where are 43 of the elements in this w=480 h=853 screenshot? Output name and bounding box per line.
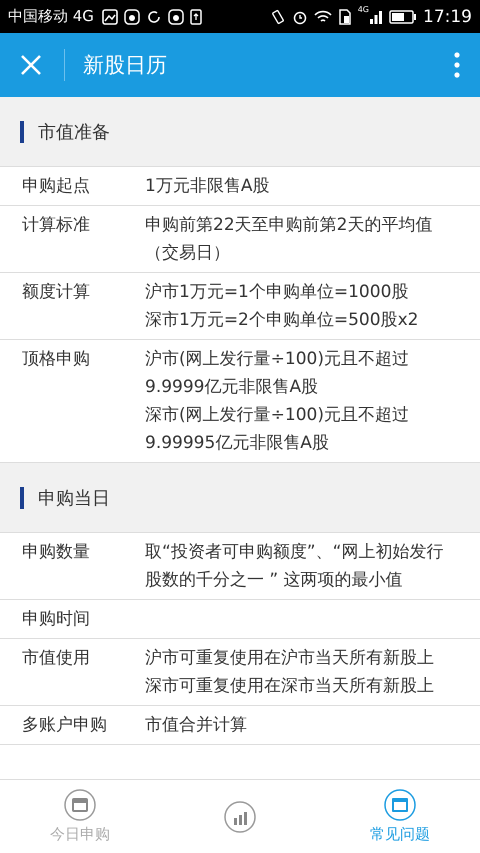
row-label: 额度计算 [22, 281, 91, 304]
row-value: 深市1万元=2个申购单位=500股x2 [145, 309, 420, 332]
row-value: 沪市(网上发行量÷100)元且不超过9.9999亿元非限售A股 [145, 348, 410, 399]
row-value: 沪市1万元=1个申购单位=1000股 [145, 281, 410, 304]
app-icon [124, 8, 140, 24]
calendar-icon [64, 789, 96, 821]
carrier-text: 中国移动 4G [8, 7, 94, 26]
chart-icon [224, 800, 256, 832]
app-icon [168, 8, 184, 24]
row-label: 市值使用 [22, 647, 91, 670]
row-value: 沪市可重复使用在沪市当天所有新股上 [145, 647, 435, 670]
row-label: 计算标准 [22, 214, 91, 237]
clock-text: 17:19 [423, 6, 472, 26]
network-label: 4G [358, 5, 369, 14]
window-icon [384, 789, 416, 821]
close-icon[interactable] [20, 54, 42, 76]
sync-icon [146, 8, 162, 24]
section-marker [20, 120, 24, 142]
row-value: 深市(网上发行量÷100)元且不超过9.99995亿元非限售A股 [145, 404, 410, 455]
row-value: 1万元非限售A股 [145, 175, 270, 198]
row-value: 深市可重复使用在深市当天所有新股上 [145, 675, 435, 698]
section-title: 申购当日 [38, 486, 110, 510]
more-icon[interactable] [454, 52, 460, 78]
sim-icon [338, 8, 352, 24]
row-value: 取“投资者可申购额度”、“网上初始发行股数的千分之一 ” 这两项的最小值 [145, 541, 444, 592]
row-value: 申购前第22天至申购前第2天的平均值（交易日） [145, 214, 434, 265]
nav-tab[interactable]: 常见问题 [320, 780, 480, 853]
row-value: 市值合并计算 [145, 714, 248, 737]
signal-icon [369, 8, 383, 24]
row-label: 多账户申购 [22, 714, 108, 737]
wifi-icon [314, 8, 332, 24]
battery-icon [389, 10, 417, 24]
nav-tab[interactable]: 今日申购 [0, 780, 160, 853]
upload-icon [190, 8, 202, 24]
page-title: 新股日历 [83, 52, 168, 79]
row-label: 申购数量 [22, 541, 91, 564]
section-title: 市值准备 [38, 120, 110, 144]
row-label: 申购起点 [22, 175, 91, 198]
vibrate-icon [270, 8, 286, 24]
row-label: 申购时间 [22, 608, 91, 631]
section-marker [20, 486, 24, 508]
image-icon [102, 8, 118, 24]
row-label: 顶格申购 [22, 348, 91, 371]
